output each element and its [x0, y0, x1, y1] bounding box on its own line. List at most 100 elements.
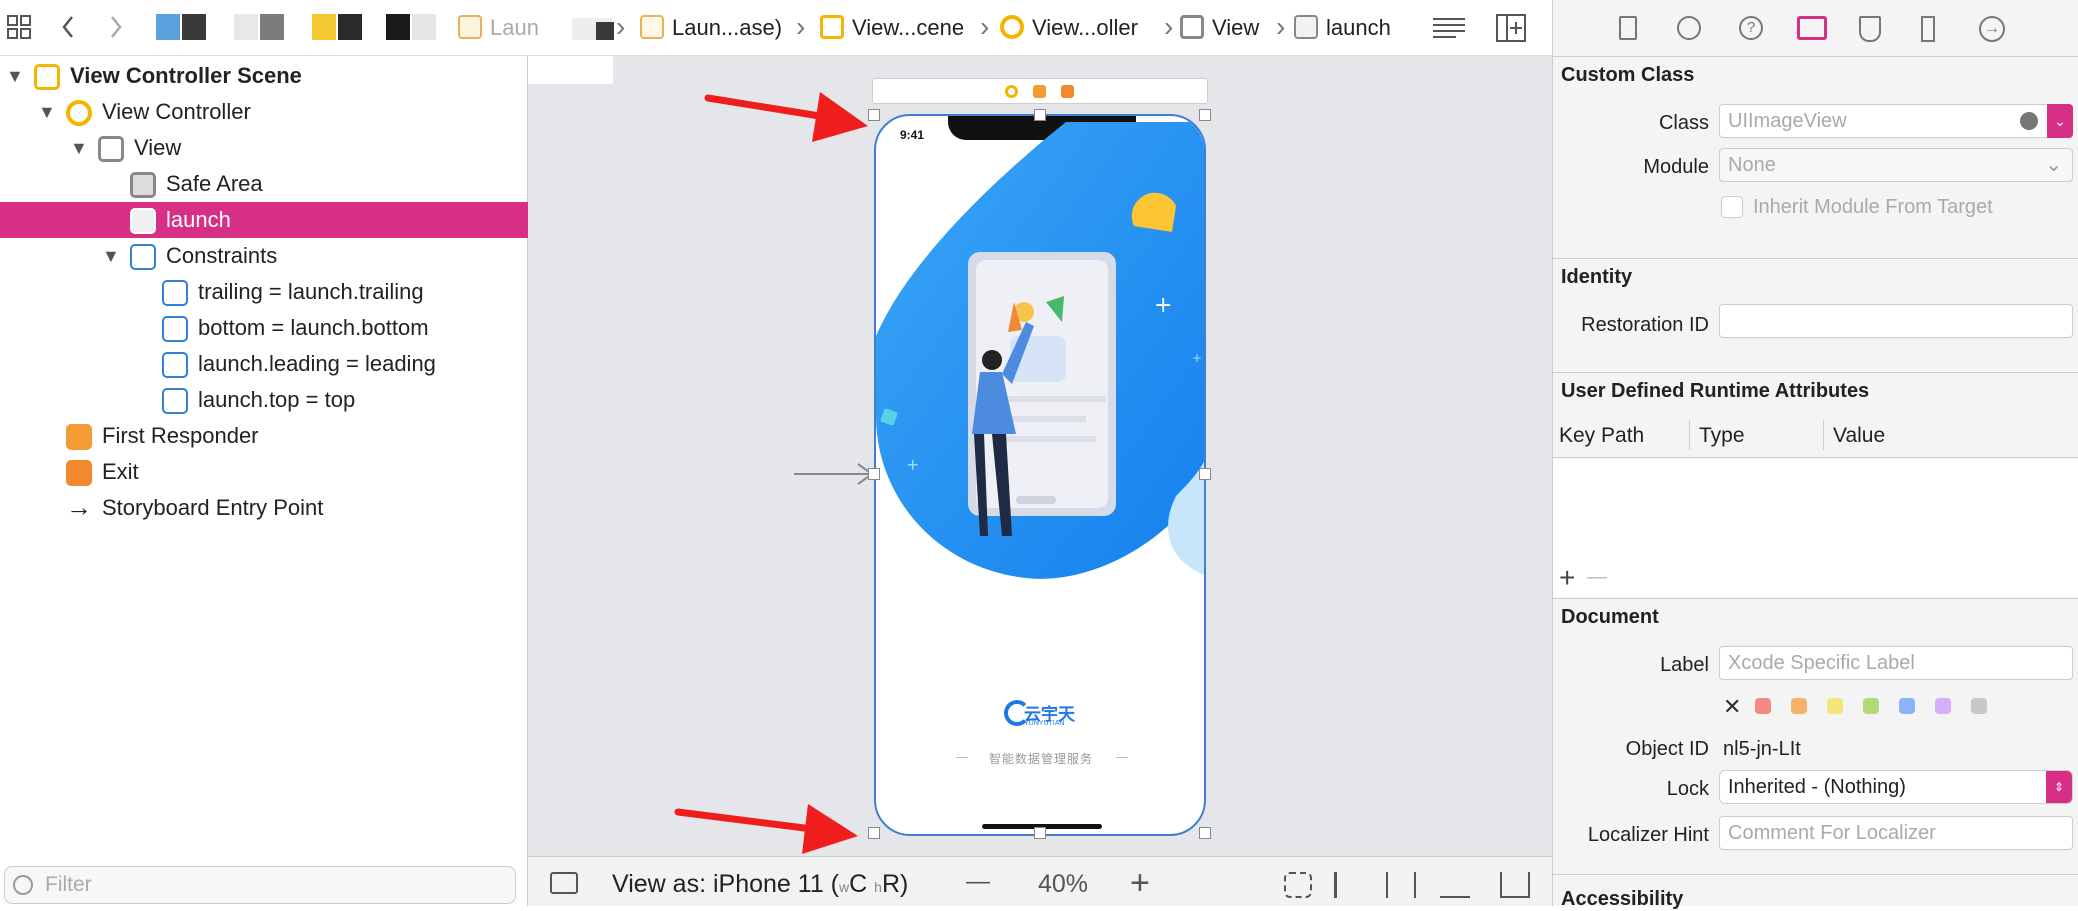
resize-handle[interactable]: [1034, 827, 1046, 839]
breadcrumb-launch[interactable]: launch: [1294, 14, 1391, 42]
outline-item-constraint[interactable]: launch.leading = leading: [0, 346, 528, 382]
outline-item-constraint[interactable]: trailing = launch.trailing: [0, 274, 528, 310]
class-combobox[interactable]: UIImageView: [1719, 104, 2049, 138]
folder-icon: [458, 15, 482, 39]
breadcrumb-launchscreen[interactable]: Laun...ase): [640, 14, 782, 42]
resize-handle[interactable]: [1034, 109, 1046, 121]
resize-handle[interactable]: [1199, 109, 1211, 121]
outline-item-launch[interactable]: launch: [0, 202, 528, 238]
column-type[interactable]: Type: [1699, 424, 1745, 448]
help-inspector-icon[interactable]: ?: [1739, 16, 1763, 40]
connections-inspector-icon[interactable]: →: [1979, 16, 2005, 42]
add-attribute-button[interactable]: +: [1559, 562, 1575, 594]
file-inspector-icon[interactable]: [1619, 16, 1637, 40]
column-value[interactable]: Value: [1833, 424, 1885, 448]
outline-item-safe-area[interactable]: Safe Area: [0, 166, 528, 202]
add-constraints-icon[interactable]: [1386, 872, 1416, 898]
outline-item-entry-point[interactable]: → Storyboard Entry Point: [0, 490, 528, 526]
outline-item-scene[interactable]: ▼ View Controller Scene: [0, 58, 528, 94]
disclosure-triangle-icon[interactable]: ▼: [6, 58, 24, 94]
disclosure-triangle-icon[interactable]: ▼: [38, 94, 56, 130]
update-frames-icon[interactable]: [1284, 872, 1312, 898]
breadcrumb-view-controller[interactable]: View...oller: [1000, 14, 1138, 42]
annotation-arrow: [674, 804, 858, 854]
outline-item-first-responder[interactable]: First Responder: [0, 418, 528, 454]
outline-item-constraints[interactable]: ▼ Constraints: [0, 238, 528, 274]
resolve-issues-icon[interactable]: [1440, 872, 1470, 898]
size-inspector-icon[interactable]: [1921, 16, 1935, 42]
constraint-icon: [162, 352, 188, 378]
label-color-orange[interactable]: [1791, 698, 1807, 714]
grid-icon[interactable]: [6, 14, 32, 45]
disclosure-triangle-icon[interactable]: ▼: [102, 238, 120, 274]
breadcrumb-scene[interactable]: View...cene: [820, 14, 964, 42]
identity-inspector-icon[interactable]: [1797, 16, 1827, 40]
exit-icon[interactable]: [1061, 85, 1074, 98]
label-field[interactable]: Xcode Specific Label: [1719, 646, 2073, 680]
filter-field[interactable]: Filter: [4, 866, 516, 904]
swatch: [338, 14, 362, 40]
outline-item-exit[interactable]: Exit: [0, 454, 528, 490]
view-controller-icon: [1000, 15, 1024, 39]
launch-image-view[interactable]: 9:41 + + + 云宇天 YUNYUTIAN 智能数据管理服务: [874, 114, 1206, 836]
first-responder-icon[interactable]: [1033, 85, 1046, 98]
lines-icon[interactable]: [1432, 14, 1466, 45]
breadcrumb-folder[interactable]: Laun: [458, 14, 539, 42]
resize-handle[interactable]: [1199, 468, 1211, 480]
resize-handle[interactable]: [1199, 827, 1211, 839]
outline-item-view-controller[interactable]: ▼ View Controller: [0, 94, 528, 130]
localizer-hint-field[interactable]: Comment For Localizer: [1719, 816, 2073, 850]
go-arrow-icon[interactable]: [2020, 112, 2038, 130]
resize-handle[interactable]: [868, 468, 880, 480]
view-controller-icon[interactable]: [1005, 85, 1018, 98]
zoom-out-button[interactable]: —: [966, 868, 990, 896]
chevron-right-icon: ›: [980, 11, 990, 42]
inherit-module-label: Inherit Module From Target: [1753, 196, 1993, 218]
zoom-in-button[interactable]: +: [1130, 864, 1150, 903]
outline-item-view[interactable]: ▼ View: [0, 130, 528, 166]
label-color-yellow[interactable]: [1827, 698, 1843, 714]
history-inspector-icon[interactable]: [1677, 16, 1701, 40]
class-dropdown-button[interactable]: ⌄: [2047, 104, 2073, 138]
svg-text:+: +: [1154, 293, 1172, 318]
clear-label-color-icon[interactable]: ✕: [1723, 694, 1741, 720]
section-title-accessibility: Accessibility: [1561, 888, 1684, 910]
svg-text:+: +: [1192, 351, 1202, 365]
label-color-red[interactable]: [1755, 698, 1771, 714]
outline-item-constraint[interactable]: bottom = launch.bottom: [0, 310, 528, 346]
divider: [1553, 56, 2078, 57]
chevron-left-icon[interactable]: [60, 14, 76, 45]
restoration-id-field[interactable]: [1719, 304, 2073, 338]
lock-popup[interactable]: Inherited - (Nothing) ⇕: [1719, 770, 2073, 804]
toggle-outline-icon[interactable]: [550, 872, 578, 894]
label-color-purple[interactable]: [1935, 698, 1951, 714]
inherit-module-checkbox[interactable]: [1721, 196, 1743, 218]
svg-text:+: +: [906, 455, 919, 474]
module-combobox[interactable]: None ⌄: [1719, 148, 2073, 182]
embed-in-icon[interactable]: [1500, 872, 1530, 898]
breadcrumb-view[interactable]: View: [1180, 14, 1259, 42]
divider: [1553, 598, 2078, 599]
view-as-label[interactable]: View as: iPhone 11 (wC hR): [612, 870, 908, 899]
section-title-custom-class: Custom Class: [1561, 64, 1695, 86]
divider: [1553, 874, 2078, 875]
runtime-attributes-table[interactable]: [1553, 459, 2078, 597]
disclosure-triangle-icon[interactable]: ▼: [70, 130, 88, 166]
storyboard-icon: [640, 15, 664, 39]
outline-item-constraint[interactable]: launch.top = top: [0, 382, 528, 418]
label-color-green[interactable]: [1863, 698, 1879, 714]
scene-dock[interactable]: [872, 78, 1208, 104]
swatch: [386, 14, 410, 40]
label-color-blue[interactable]: [1899, 698, 1915, 714]
swatch: [596, 22, 614, 40]
attributes-inspector-icon[interactable]: [1859, 16, 1881, 42]
add-editor-icon[interactable]: [1496, 14, 1526, 47]
chevron-down-icon: ⌄: [2045, 154, 2062, 176]
remove-attribute-button[interactable]: —: [1587, 566, 1607, 589]
chevron-right-icon[interactable]: [108, 14, 124, 45]
entry-point-arrow[interactable]: [790, 460, 880, 490]
align-icon[interactable]: [1334, 872, 1362, 898]
label-color-gray[interactable]: [1971, 698, 1987, 714]
column-key-path[interactable]: Key Path: [1559, 424, 1644, 448]
module-label: Module: [1643, 156, 1709, 178]
